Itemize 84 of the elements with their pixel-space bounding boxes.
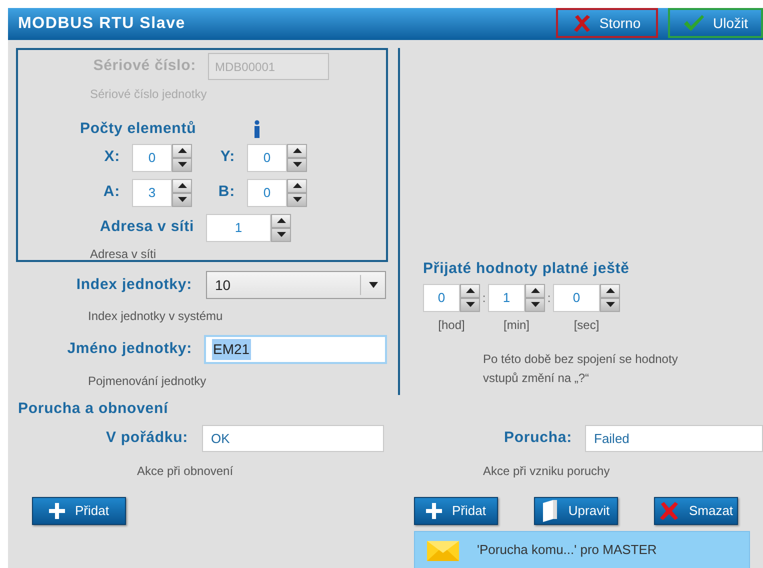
separator-text: : xyxy=(481,290,487,306)
save-button[interactable]: Uložit xyxy=(668,8,763,38)
note-text: Po této době bez spojení se hodnoty vstupů změní na „?“ xyxy=(483,350,679,386)
plus-icon xyxy=(49,502,66,518)
down-triangle-icon xyxy=(178,162,186,167)
delete-button[interactable]: Smazat xyxy=(654,496,738,524)
add-button[interactable]: Přidat xyxy=(414,496,498,524)
spin-up-button[interactable] xyxy=(287,178,307,192)
number-field[interactable]: 0 xyxy=(423,284,460,312)
down-triangle-icon xyxy=(292,197,302,202)
up-triangle-icon xyxy=(276,218,286,223)
hint-text: Index jednotky v systému xyxy=(87,308,224,325)
text-field[interactable]: Failed xyxy=(585,424,763,452)
spin-down-button[interactable] xyxy=(172,192,192,206)
field-label: Y: xyxy=(219,147,235,168)
unit-label: [min] xyxy=(502,316,530,334)
number-field[interactable]: 0 xyxy=(247,144,287,172)
text-field[interactable]: OK xyxy=(202,424,384,452)
page-icon xyxy=(542,500,558,522)
index-dropdown[interactable]: 10 xyxy=(206,271,386,299)
unit-label: [sec] xyxy=(572,316,600,334)
spin-down-button[interactable] xyxy=(525,298,545,312)
separator-text: : xyxy=(546,290,552,306)
hint-text: Adresa v síti xyxy=(89,246,158,262)
down-triangle-icon xyxy=(292,162,302,167)
x-icon xyxy=(658,500,679,520)
info-icon xyxy=(253,120,261,138)
field-label: Jméno jednotky: xyxy=(66,339,192,360)
number-field[interactable]: 1 xyxy=(488,284,525,312)
down-triangle-icon xyxy=(178,197,186,202)
up-triangle-icon xyxy=(292,148,302,153)
number-field[interactable]: 0 xyxy=(247,178,287,206)
down-triangle-icon xyxy=(530,302,540,307)
field-label: B: xyxy=(217,182,235,202)
add-button[interactable]: Přidat xyxy=(32,496,126,524)
hint-text: Pojmenování jednotky xyxy=(87,373,208,390)
name-field[interactable]: EM21 xyxy=(204,335,387,364)
number-field[interactable]: 1 xyxy=(206,214,271,242)
check-icon xyxy=(682,14,705,32)
down-triangle-icon xyxy=(466,302,474,307)
up-triangle-icon xyxy=(530,288,540,293)
field-label: Index jednotky: xyxy=(75,274,192,295)
x-icon xyxy=(573,14,592,32)
field-label: V pořádku: xyxy=(104,428,188,448)
down-triangle-icon xyxy=(276,232,286,237)
hint-text: Akce při vzniku poruchy xyxy=(483,464,610,478)
spin-down-button[interactable] xyxy=(600,298,620,312)
envelope-icon xyxy=(427,538,459,560)
spin-up-button[interactable] xyxy=(460,284,480,298)
field-label: Adresa v síti xyxy=(98,217,194,238)
unit-label: [hod] xyxy=(437,316,466,334)
up-triangle-icon xyxy=(292,183,302,188)
field-label: X: xyxy=(103,147,120,168)
section-title: Počty elementů xyxy=(80,119,198,139)
up-triangle-icon xyxy=(606,288,614,293)
spin-up-button[interactable] xyxy=(172,178,192,192)
edit-button[interactable]: Upravit xyxy=(534,496,618,524)
up-triangle-icon xyxy=(178,183,186,188)
up-triangle-icon xyxy=(466,288,474,293)
spin-up-button[interactable] xyxy=(600,284,620,298)
plus-icon xyxy=(426,502,442,518)
spin-down-button[interactable] xyxy=(287,158,307,172)
spin-up-button[interactable] xyxy=(172,144,192,158)
spin-up-button[interactable] xyxy=(271,214,291,228)
spin-down-button[interactable] xyxy=(172,158,192,172)
spin-down-button[interactable] xyxy=(271,228,291,242)
window-title: MODBUS RTU Slave xyxy=(17,14,186,34)
spin-down-button[interactable] xyxy=(287,192,307,206)
hint-text: Akce při obnovení xyxy=(137,464,234,478)
spin-down-button[interactable] xyxy=(460,298,480,312)
section-title: Porucha a obnovení xyxy=(17,399,170,419)
section-title: Přijaté hodnoty platné ještě xyxy=(423,259,630,279)
field-label: A: xyxy=(102,182,120,202)
dropdown-arrow-icon xyxy=(368,282,378,288)
number-field[interactable]: 0 xyxy=(553,284,600,312)
number-field[interactable]: 3 xyxy=(132,178,172,206)
field-label: Porucha: xyxy=(502,428,572,448)
up-triangle-icon xyxy=(178,148,186,153)
down-triangle-icon xyxy=(606,302,614,307)
action-list-item[interactable]: 'Porucha komu...' pro MASTER xyxy=(414,530,750,568)
spin-up-button[interactable] xyxy=(525,284,545,298)
cancel-button[interactable]: Storno xyxy=(556,8,658,38)
spin-up-button[interactable] xyxy=(287,144,307,158)
number-field[interactable]: 0 xyxy=(132,144,172,172)
